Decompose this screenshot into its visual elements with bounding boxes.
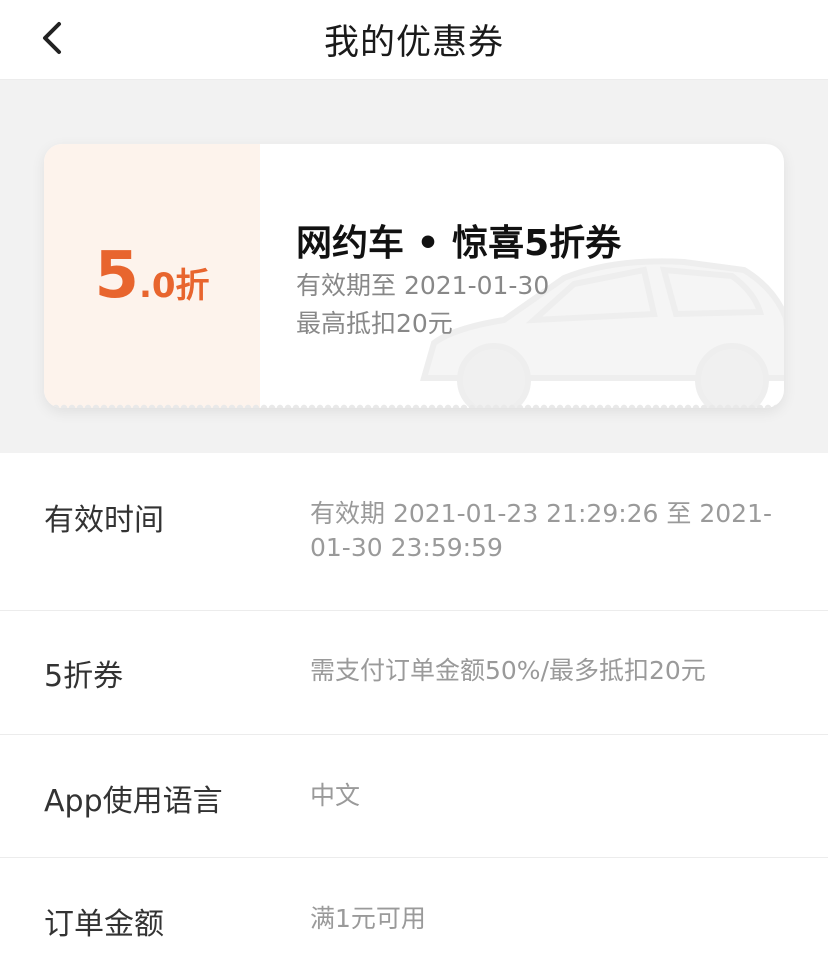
discount-value: 5.0折 <box>94 239 209 313</box>
detail-value: 满1元可用 <box>310 904 426 933</box>
coupon-expiry: 有效期至 2021-01-30 <box>296 271 550 300</box>
coupon-section: 5.0折 网约车 • 惊喜5折券 有效期至 2021-01-30 最高抵扣20元 <box>0 80 828 453</box>
detail-label: App使用语言 <box>44 784 223 819</box>
navigation-bar: 我的优惠券 <box>0 0 828 80</box>
coupon-max-deduction: 最高抵扣20元 <box>296 309 453 338</box>
coupon-card[interactable]: 5.0折 网约车 • 惊喜5折券 有效期至 2021-01-30 最高抵扣20元 <box>44 144 784 408</box>
detail-row-discount-rule: 5折券 需支付订单金额50%/最多抵扣20元 <box>0 611 828 735</box>
detail-label: 订单金额 <box>44 907 164 942</box>
coupon-info-panel: 网约车 • 惊喜5折券 有效期至 2021-01-30 最高抵扣20元 <box>260 144 784 408</box>
discount-main: 5 <box>94 239 139 313</box>
coupon-title: 网约车 • 惊喜5折券 <box>296 223 622 264</box>
coupon-discount-panel: 5.0折 <box>44 144 260 408</box>
detail-row-app-language: App使用语言 中文 <box>0 735 828 858</box>
discount-sub: .0折 <box>138 266 210 306</box>
coupon-scalloped-edge <box>44 402 784 408</box>
detail-label: 有效时间 <box>44 503 164 538</box>
detail-value: 需支付订单金额50%/最多抵扣20元 <box>310 656 706 685</box>
detail-value: 有效期 2021-01-23 21:29:26 至 2021-01-30 23:… <box>310 499 772 562</box>
detail-value: 中文 <box>310 781 361 810</box>
coupon-details-list: 有效时间 有效期 2021-01-23 21:29:26 至 2021-01-3… <box>0 453 828 978</box>
page-title: 我的优惠券 <box>323 23 504 63</box>
detail-label: 5折券 <box>44 659 124 694</box>
detail-row-valid-time: 有效时间 有效期 2021-01-23 21:29:26 至 2021-01-3… <box>0 453 828 611</box>
detail-row-order-amount: 订单金额 满1元可用 <box>0 858 828 978</box>
